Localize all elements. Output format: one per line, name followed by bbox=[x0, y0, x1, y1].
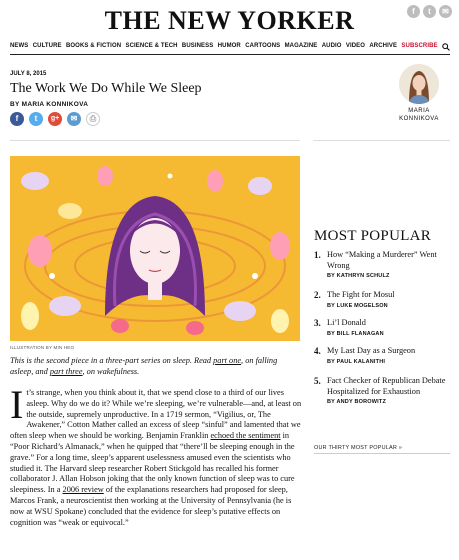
nav-magazine[interactable]: MAGAZINE bbox=[285, 43, 318, 53]
nav-subscribe[interactable]: SUBSCRIBE bbox=[401, 43, 437, 53]
facebook-icon[interactable]: f bbox=[10, 112, 24, 126]
article-body: It’s strange, when you think about it, t… bbox=[10, 382, 302, 527]
author-card-name[interactable]: MARIA KONNIKOVA bbox=[380, 108, 458, 123]
popular-headline[interactable]: Fact Checker of Republican Debate Hospit… bbox=[327, 376, 456, 397]
nav-audio[interactable]: AUDIO bbox=[322, 43, 342, 53]
share-buttons: f t g+ ✉ ⎙ bbox=[10, 112, 100, 126]
main-nav: NEWS CULTURE BOOKS & FICTION SCIENCE & T… bbox=[10, 43, 450, 53]
nav-books-fiction[interactable]: BOOKS & FICTION bbox=[66, 43, 121, 53]
print-icon[interactable]: ⎙ bbox=[86, 112, 100, 126]
article-illustration bbox=[10, 156, 300, 341]
facebook-icon[interactable]: f bbox=[407, 5, 420, 18]
popular-author[interactable]: BY BILL FLANAGAN bbox=[327, 331, 456, 337]
popular-headline[interactable]: The Fight for Mosul bbox=[327, 290, 456, 301]
series-intro: This is the second piece in a three-part… bbox=[10, 356, 278, 376]
nav-news[interactable]: NEWS bbox=[10, 43, 28, 53]
content-divider bbox=[10, 140, 300, 141]
nav-archive[interactable]: ARCHIVE bbox=[369, 43, 397, 53]
list-item[interactable]: 2. The Fight for Mosul BY LUKE MOGELSON bbox=[314, 290, 456, 318]
part-one-link[interactable]: part one bbox=[213, 356, 241, 365]
most-popular-divider bbox=[314, 453, 450, 454]
drop-cap: I bbox=[10, 382, 24, 427]
google-plus-icon[interactable]: g+ bbox=[48, 112, 62, 126]
most-popular-more-link[interactable]: OUR THIRTY MOST POPULAR » bbox=[314, 445, 402, 451]
header-social-links: f t ✉ bbox=[407, 5, 452, 18]
article-title: The Work We Do While We Sleep bbox=[10, 81, 202, 96]
masthead-logo[interactable]: THE NEW YORKER bbox=[0, 6, 459, 36]
email-icon[interactable]: ✉ bbox=[439, 5, 452, 18]
popular-author[interactable]: BY KATHRYN SCHULZ bbox=[327, 273, 456, 279]
popular-headline[interactable]: Li’l Donald bbox=[327, 318, 456, 329]
article-byline[interactable]: BY MARIA KONNIKOVA bbox=[10, 101, 88, 108]
popular-headline[interactable]: How “Making a Murderer” Went Wrong bbox=[327, 250, 456, 271]
twitter-icon[interactable]: t bbox=[29, 112, 43, 126]
nav-business[interactable]: BUSINESS bbox=[182, 43, 213, 53]
most-popular-list: 1. How “Making a Murderer” Went Wrong BY … bbox=[314, 250, 456, 416]
list-item[interactable]: 1. How “Making a Murderer” Went Wrong BY … bbox=[314, 250, 456, 290]
popular-author[interactable]: BY ANDY BOROWITZ bbox=[327, 399, 456, 405]
twitter-icon[interactable]: t bbox=[423, 5, 436, 18]
nav-divider bbox=[10, 54, 450, 55]
popular-headline[interactable]: My Last Day as a Surgeon bbox=[327, 346, 456, 357]
most-popular-title: MOST POPULAR bbox=[314, 228, 432, 244]
email-icon[interactable]: ✉ bbox=[67, 112, 81, 126]
echoed-sentiment-link[interactable]: echoed the sentiment bbox=[210, 431, 280, 440]
2006-review-link[interactable]: 2006 review bbox=[63, 485, 104, 494]
sidebar-divider bbox=[313, 140, 450, 141]
nav-humor[interactable]: HUMOR bbox=[218, 43, 241, 53]
popular-author[interactable]: BY LUKE MOGELSON bbox=[327, 303, 456, 309]
search-icon[interactable] bbox=[442, 43, 450, 53]
article-date: JULY 8, 2015 bbox=[10, 71, 47, 77]
nav-cartoons[interactable]: CARTOONS bbox=[245, 43, 280, 53]
list-item[interactable]: 3. Li’l Donald BY BILL FLANAGAN bbox=[314, 318, 456, 346]
list-item[interactable]: 4. My Last Day as a Surgeon BY PAUL KALAN… bbox=[314, 346, 456, 376]
part-three-link[interactable]: part three bbox=[50, 367, 83, 376]
author-avatar[interactable] bbox=[399, 64, 439, 104]
popular-author[interactable]: BY PAUL KALANITHI bbox=[327, 359, 456, 365]
nav-science-tech[interactable]: SCIENCE & TECH bbox=[125, 43, 177, 53]
illustration-credit: ILLUSTRATION BY MIN HEO bbox=[10, 345, 75, 350]
list-item[interactable]: 5. Fact Checker of Republican Debate Hos… bbox=[314, 376, 456, 416]
nav-culture[interactable]: CULTURE bbox=[33, 43, 62, 53]
nav-video[interactable]: VIDEO bbox=[346, 43, 365, 53]
